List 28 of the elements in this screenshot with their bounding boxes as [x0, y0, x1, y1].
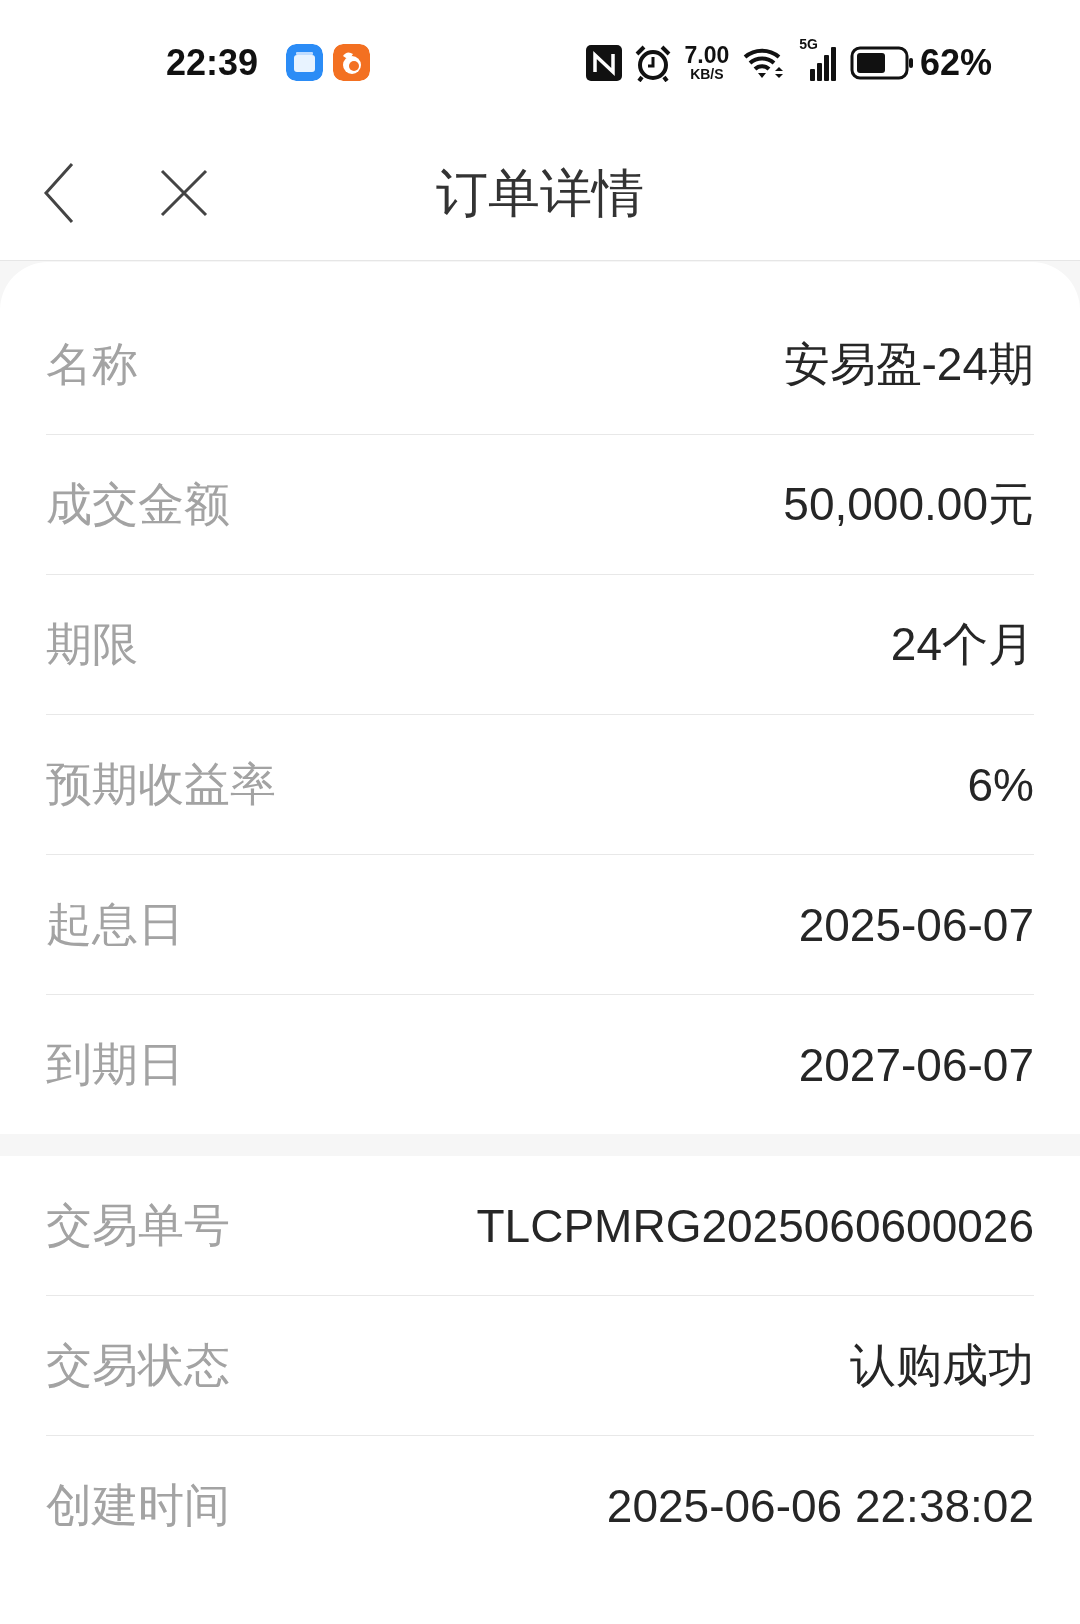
field-label: 到期日 — [46, 1036, 184, 1092]
field-value: 50,000.00元 — [783, 476, 1034, 532]
field-value: 6% — [967, 757, 1034, 812]
field-value: 2025-06-06 22:38:02 — [606, 1478, 1034, 1533]
field-value: 2027-06-07 — [798, 1037, 1034, 1092]
field-label: 创建时间 — [46, 1477, 230, 1533]
clock-time: 22:39 — [166, 41, 259, 84]
field-label: 交易单号 — [46, 1197, 230, 1253]
field-value: 认购成功 — [850, 1337, 1034, 1393]
field-label: 名称 — [46, 336, 138, 392]
field-label: 交易状态 — [46, 1337, 230, 1393]
network-speed: 7.00 — [684, 44, 730, 67]
battery-icon — [849, 45, 914, 80]
network-type: 5G — [799, 36, 818, 52]
field-label: 成交金额 — [46, 476, 230, 532]
field-label: 期限 — [46, 616, 138, 672]
field-label: 预期收益率 — [46, 756, 276, 812]
field-value: 24个月 — [890, 616, 1034, 672]
nfc-icon — [586, 44, 623, 81]
field-value: 2025-06-07 — [798, 897, 1034, 952]
alarm-clock-icon — [634, 43, 673, 82]
battery-percentage: 62% — [919, 41, 992, 84]
field-value: 安易盈-24期 — [783, 336, 1034, 392]
page-title: 订单详情 — [436, 166, 644, 219]
field-value: TLCPMRG2025060600026 — [476, 1198, 1034, 1253]
speed-unit: KB/S — [690, 67, 724, 81]
field-label: 起息日 — [46, 896, 184, 952]
folder-app-icon[interactable] — [286, 44, 324, 81]
